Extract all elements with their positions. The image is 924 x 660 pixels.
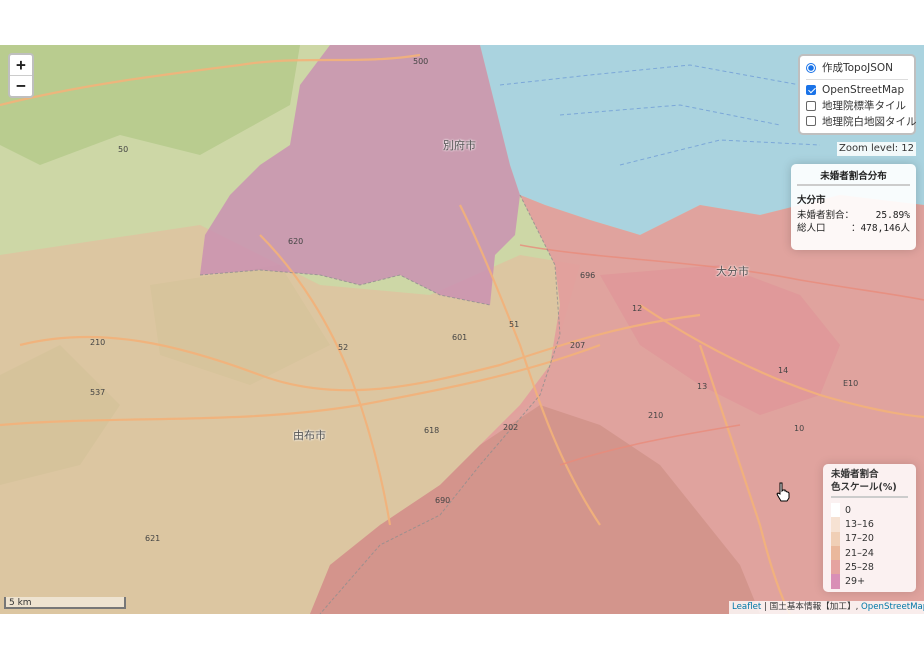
road-label: 621 (145, 534, 161, 543)
layer-base-row[interactable]: 地理院標準タイル (806, 98, 908, 114)
overlay-label: 作成TopoJSON (822, 62, 894, 75)
info-rate-label: 未婚者割合： (797, 210, 855, 221)
leaflet-link[interactable]: Leaflet (732, 602, 761, 612)
road-label: 50 (118, 145, 129, 154)
zoom-level-display: Zoom level: 12 (837, 142, 916, 156)
road-label: 618 (424, 426, 440, 435)
info-pop-value: ：478,146人 (850, 223, 910, 234)
road-label: 601 (452, 333, 468, 342)
label-oita: 大分市 (716, 265, 749, 278)
base-layer-label: OpenStreetMap (822, 84, 905, 97)
road-label: 12 (632, 304, 643, 313)
road-label: 207 (570, 341, 586, 350)
info-pop-label: 総人口 (797, 223, 826, 234)
legend-label: 21–24 (845, 547, 874, 559)
road-label: 500 (413, 57, 429, 66)
layer-control: 作成TopoJSON OpenStreetMap 地理院標準タイル 地理院白地図… (798, 54, 917, 135)
overlay-radio[interactable] (806, 62, 816, 73)
road-label: 51 (509, 320, 520, 329)
layer-base-row[interactable]: OpenStreetMap (806, 83, 908, 99)
road-label: 14 (778, 366, 789, 375)
road-label: 620 (288, 237, 304, 246)
zoom-out-button[interactable]: − (10, 75, 32, 96)
label-beppu: 別府市 (443, 139, 476, 152)
info-title: 未婚者割合分布 (797, 168, 910, 186)
road-label: 13 (697, 382, 708, 391)
layer-separator (806, 78, 908, 80)
scale-bar: 5 km (4, 597, 126, 609)
zoom-control: + − (8, 53, 34, 98)
road-label: 210 (90, 338, 106, 347)
legend-item: 29+ (831, 574, 908, 589)
legend-swatch (831, 574, 840, 589)
road-label: 696 (580, 271, 596, 280)
info-pop-row: 総人口 ：478,146人 (797, 222, 910, 235)
legend-swatch (831, 517, 840, 532)
legend-label: 0 (845, 504, 852, 516)
legend-swatch (831, 545, 840, 561)
base-layer-label: 地理院白地図タイル (822, 115, 917, 128)
map-tiles (0, 45, 924, 614)
road-label: 10 (794, 424, 805, 433)
legend-label: 29+ (845, 576, 866, 588)
hand-cursor-icon (776, 482, 790, 502)
legend-swatch (831, 531, 840, 546)
legend-swatch (831, 503, 840, 518)
legend-label: 13–16 (845, 518, 874, 530)
osm-link[interactable]: OpenStreetMap (861, 602, 924, 612)
info-rate-value: 25.89% (875, 210, 910, 221)
zoom-in-button[interactable]: + (10, 55, 32, 75)
layer-base-row[interactable]: 地理院白地図タイル (806, 114, 917, 130)
map-canvas[interactable]: 別府市 大分市 由布市 500 50 620 210 52 601 51 207… (0, 45, 924, 614)
legend-items: 0 13–16 17–20 21–24 25–28 29+ (831, 503, 908, 589)
legend-title: 未婚者割合 色スケール(%) (831, 468, 908, 498)
road-label: 690 (435, 496, 451, 505)
legend-item: 21–24 (831, 545, 908, 561)
gsi-blank-checkbox[interactable] (806, 116, 816, 127)
attribution: Leaflet | 国土基本情報【加工】, OpenStreetMap (729, 601, 924, 614)
info-panel: 未婚者割合分布 大分市 未婚者割合： 25.89% 総人口 ：478,146人 (791, 164, 916, 250)
road-label: E10 (843, 379, 859, 388)
legend-item: 13–16 (831, 517, 908, 532)
legend-title-line1: 未婚者割合 (831, 469, 879, 480)
road-label: 52 (338, 343, 349, 352)
road-label: 202 (503, 423, 519, 432)
legend-item: 17–20 (831, 531, 908, 546)
label-yufu: 由布市 (293, 429, 326, 442)
road-label: 210 (648, 411, 664, 420)
legend-item: 0 (831, 503, 908, 518)
legend-item: 25–28 (831, 560, 908, 575)
legend-label: 17–20 (845, 533, 874, 545)
layer-overlay-row[interactable]: 作成TopoJSON (806, 60, 908, 76)
color-legend: 未婚者割合 色スケール(%) 0 13–16 17–20 21–24 25–28 29+ (823, 464, 916, 592)
legend-title-line2: 色スケール(%) (831, 482, 897, 493)
road-label: 537 (90, 388, 106, 397)
osm-checkbox[interactable] (806, 85, 816, 96)
base-layer-label: 地理院標準タイル (822, 100, 906, 113)
info-city: 大分市 (797, 195, 826, 206)
gsi-std-checkbox[interactable] (806, 100, 816, 111)
attribution-separator: | (764, 602, 767, 612)
legend-swatch (831, 560, 840, 575)
info-rate-row: 未婚者割合： 25.89% (797, 209, 910, 222)
legend-label: 25–28 (845, 561, 874, 573)
gsi-credit: 国土基本情報【加工】, (769, 602, 859, 612)
